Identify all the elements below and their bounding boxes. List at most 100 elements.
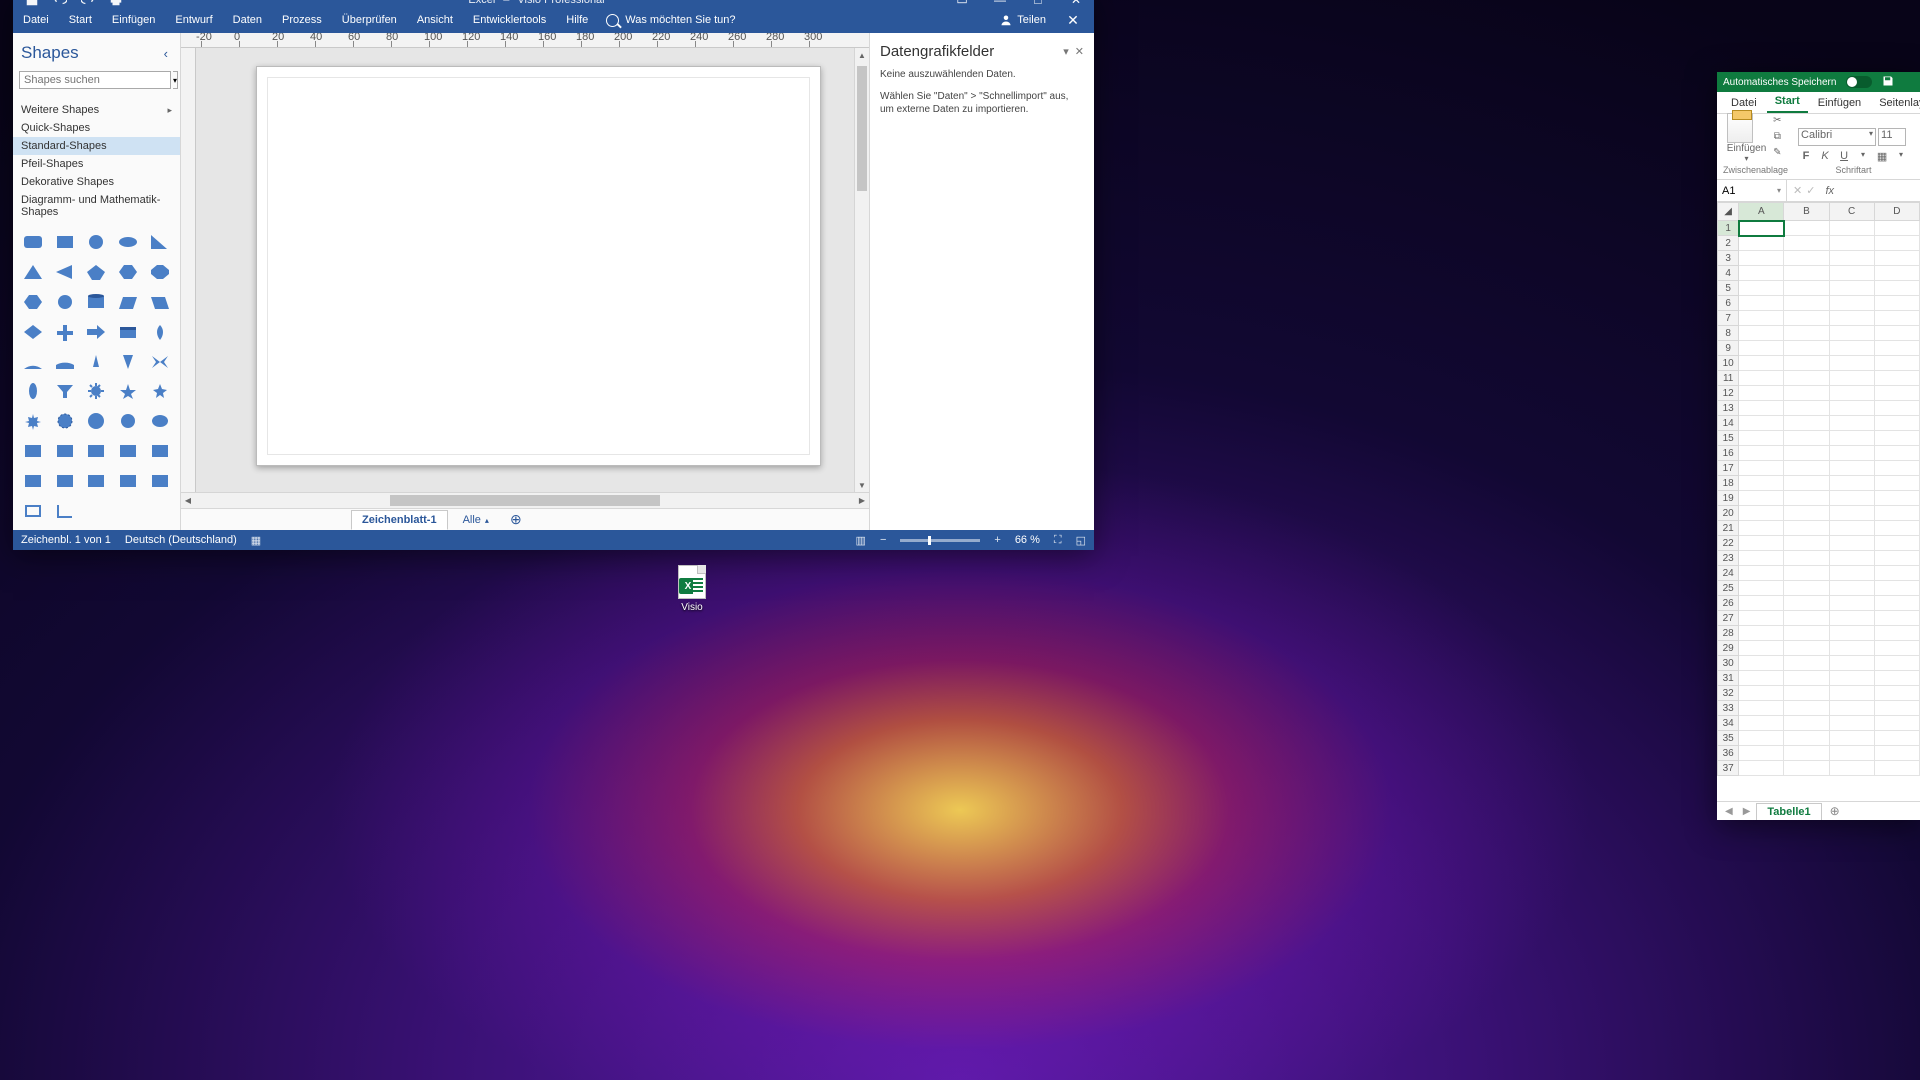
cell-B36[interactable] — [1784, 746, 1829, 761]
cell-B31[interactable] — [1784, 671, 1829, 686]
cell-B16[interactable] — [1784, 446, 1829, 461]
cell-D20[interactable] — [1874, 506, 1919, 521]
shape-thumb-20[interactable] — [19, 351, 47, 373]
cell-A29[interactable] — [1739, 641, 1784, 656]
shape-thumb-37[interactable] — [83, 440, 111, 462]
row-header-8[interactable]: 8 — [1718, 326, 1739, 341]
zoom-out-icon[interactable]: − — [880, 534, 886, 546]
cell-A24[interactable] — [1739, 566, 1784, 581]
row-header-33[interactable]: 33 — [1718, 701, 1739, 716]
cell-A36[interactable] — [1739, 746, 1784, 761]
cell-B15[interactable] — [1784, 431, 1829, 446]
panel-close-icon[interactable]: ✕ — [1075, 45, 1084, 58]
row-header-11[interactable]: 11 — [1718, 371, 1739, 386]
shape-thumb-25[interactable] — [19, 380, 47, 402]
close-icon[interactable]: ✕ — [1064, 0, 1088, 7]
cell-C14[interactable] — [1829, 416, 1874, 431]
shape-thumb-28[interactable] — [114, 380, 142, 402]
cell-A28[interactable] — [1739, 626, 1784, 641]
cell-D25[interactable] — [1874, 581, 1919, 596]
cell-A5[interactable] — [1739, 281, 1784, 296]
autosave-toggle[interactable] — [1846, 76, 1872, 88]
cell-C33[interactable] — [1829, 701, 1874, 716]
desktop-file-visio[interactable]: X Visio — [668, 565, 716, 613]
row-header-34[interactable]: 34 — [1718, 716, 1739, 731]
cell-C15[interactable] — [1829, 431, 1874, 446]
cell-D28[interactable] — [1874, 626, 1919, 641]
shape-thumb-22[interactable] — [83, 351, 111, 373]
cell-D21[interactable] — [1874, 521, 1919, 536]
shape-thumb-35[interactable] — [19, 440, 47, 462]
ribbon-tab-start[interactable]: Start — [59, 14, 102, 26]
ribbon-tab-überprüfen[interactable]: Überprüfen — [332, 14, 407, 26]
cell-D26[interactable] — [1874, 596, 1919, 611]
cell-C29[interactable] — [1829, 641, 1874, 656]
cell-A6[interactable] — [1739, 296, 1784, 311]
row-header-2[interactable]: 2 — [1718, 236, 1739, 251]
cell-C23[interactable] — [1829, 551, 1874, 566]
border-dropdown-icon[interactable]: ▾ — [1893, 150, 1909, 163]
cell-D31[interactable] — [1874, 671, 1919, 686]
cell-B17[interactable] — [1784, 461, 1829, 476]
cell-B2[interactable] — [1784, 236, 1829, 251]
cell-C31[interactable] — [1829, 671, 1874, 686]
ribbon-options-icon[interactable]: ▭ — [950, 0, 974, 7]
sheet-prev-icon[interactable]: ◀ — [1721, 806, 1737, 817]
cell-A16[interactable] — [1739, 446, 1784, 461]
cell-A26[interactable] — [1739, 596, 1784, 611]
cell-D24[interactable] — [1874, 566, 1919, 581]
shapes-search-dropdown[interactable]: ▾ — [173, 71, 178, 89]
shape-thumb-34[interactable] — [146, 410, 174, 432]
cell-B27[interactable] — [1784, 611, 1829, 626]
cell-B7[interactable] — [1784, 311, 1829, 326]
shape-thumb-19[interactable] — [146, 321, 174, 343]
shape-thumb-41[interactable] — [51, 470, 79, 492]
cell-B14[interactable] — [1784, 416, 1829, 431]
minimize-icon[interactable]: — — [988, 0, 1012, 7]
page-tab-active[interactable]: Zeichenblatt-1 — [351, 510, 448, 530]
cell-B33[interactable] — [1784, 701, 1829, 716]
shape-category-0[interactable]: Weitere Shapes▸ — [13, 101, 180, 119]
name-box[interactable]: A1▾ — [1717, 180, 1787, 201]
col-header-B[interactable]: B — [1784, 203, 1829, 221]
cell-D33[interactable] — [1874, 701, 1919, 716]
shape-thumb-23[interactable] — [114, 351, 142, 373]
cell-C5[interactable] — [1829, 281, 1874, 296]
row-header-30[interactable]: 30 — [1718, 656, 1739, 671]
shape-thumb-40[interactable] — [19, 470, 47, 492]
row-header-10[interactable]: 10 — [1718, 356, 1739, 371]
cell-A2[interactable] — [1739, 236, 1784, 251]
cell-B23[interactable] — [1784, 551, 1829, 566]
cell-C9[interactable] — [1829, 341, 1874, 356]
paste-dropdown-icon[interactable]: ▾ — [1727, 154, 1766, 163]
cell-D32[interactable] — [1874, 686, 1919, 701]
cell-C26[interactable] — [1829, 596, 1874, 611]
cell-C34[interactable] — [1829, 716, 1874, 731]
cancel-formula-icon[interactable]: ✕ — [1793, 184, 1802, 197]
cell-C12[interactable] — [1829, 386, 1874, 401]
cell-C30[interactable] — [1829, 656, 1874, 671]
col-header-C[interactable]: C — [1829, 203, 1874, 221]
cell-D36[interactable] — [1874, 746, 1919, 761]
page-tab-all[interactable]: Alle▴ — [452, 510, 500, 530]
row-header-6[interactable]: 6 — [1718, 296, 1739, 311]
row-header-18[interactable]: 18 — [1718, 476, 1739, 491]
cell-D30[interactable] — [1874, 656, 1919, 671]
shape-thumb-31[interactable] — [51, 410, 79, 432]
cell-B4[interactable] — [1784, 266, 1829, 281]
presentation-icon[interactable]: ▥ — [856, 534, 866, 547]
shape-thumb-16[interactable] — [51, 321, 79, 343]
cell-D11[interactable] — [1874, 371, 1919, 386]
shape-thumb-8[interactable] — [114, 261, 142, 283]
tell-me-prompt[interactable]: Was möchten Sie tun? — [625, 14, 735, 26]
ribbon-tab-ansicht[interactable]: Ansicht — [407, 14, 463, 26]
fx-icon[interactable]: fx — [1821, 185, 1838, 197]
shape-thumb-45[interactable] — [19, 500, 47, 522]
shape-thumb-33[interactable] — [114, 410, 142, 432]
cell-B11[interactable] — [1784, 371, 1829, 386]
cell-D34[interactable] — [1874, 716, 1919, 731]
share-button[interactable]: Teilen — [992, 14, 1054, 26]
cell-B34[interactable] — [1784, 716, 1829, 731]
row-header-4[interactable]: 4 — [1718, 266, 1739, 281]
row-header-25[interactable]: 25 — [1718, 581, 1739, 596]
